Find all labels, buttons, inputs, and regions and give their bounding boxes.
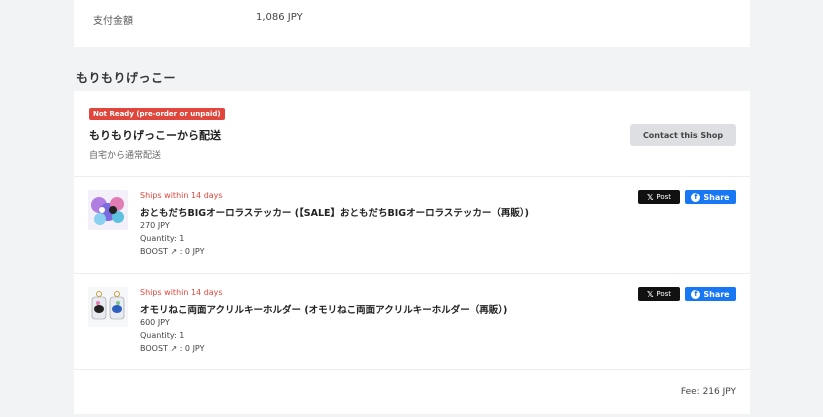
item-thumbnail[interactable] bbox=[88, 190, 128, 230]
list-item: Ships within 14 days おともだちBIGオーロラステッカー (… bbox=[74, 177, 750, 273]
item-boost: BOOST ↗ : 0 JPY bbox=[140, 247, 205, 256]
item-title[interactable]: オモリねこ両面アクリルキーホルダー (オモリねこ両面アクリルキーホルダー（再販）… bbox=[140, 302, 507, 316]
payment-label: 支付金額 bbox=[93, 16, 133, 27]
ship-method: 自宅から通常配送 bbox=[89, 151, 162, 161]
shipping-fee: Fee: 216 JPY bbox=[680, 387, 736, 397]
x-post-label: Post bbox=[656, 193, 672, 201]
x-logo-icon: 𝕏 bbox=[646, 192, 654, 202]
payment-summary-card: 支付金額 1,086 JPY bbox=[74, 0, 750, 47]
x-post-button[interactable]: 𝕏 Post bbox=[638, 190, 680, 204]
item-boost: BOOST ↗ : 0 JPY bbox=[140, 344, 205, 353]
status-badge: Not Ready (pre-order or unpaid) bbox=[89, 108, 225, 120]
item-thumbnail[interactable] bbox=[88, 287, 128, 327]
facebook-share-button[interactable]: f Share bbox=[685, 190, 736, 204]
contact-shop-button[interactable]: Contact this Shop bbox=[630, 124, 736, 146]
facebook-icon: f bbox=[691, 289, 701, 299]
item-title[interactable]: おともだちBIGオーロラステッカー (【SALE】おともだちBIGオーロラステッ… bbox=[140, 205, 529, 219]
shop-heading: もりもりげっこー bbox=[76, 71, 177, 85]
x-post-label: Post bbox=[656, 290, 672, 298]
item-quantity: Quantity: 1 bbox=[140, 234, 185, 243]
facebook-share-label: Share bbox=[703, 192, 730, 202]
shop-order-card: Not Ready (pre-order or unpaid) もりもりげっこー… bbox=[74, 91, 750, 414]
shipping-estimate: Ships within 14 days bbox=[140, 288, 223, 297]
facebook-share-label: Share bbox=[703, 289, 730, 299]
payment-value: 1,086 JPY bbox=[256, 12, 303, 23]
facebook-icon: f bbox=[691, 192, 701, 202]
x-logo-icon: 𝕏 bbox=[646, 289, 654, 299]
list-item: Ships within 14 days オモリねこ両面アクリルキーホルダー (… bbox=[74, 274, 750, 370]
divider bbox=[74, 369, 750, 370]
ship-from-title: もりもりげっこーから配送 bbox=[89, 129, 221, 142]
item-price: 600 JPY bbox=[140, 318, 170, 327]
item-price: 270 JPY bbox=[140, 221, 170, 230]
x-post-button[interactable]: 𝕏 Post bbox=[638, 287, 680, 301]
shipping-estimate: Ships within 14 days bbox=[140, 191, 223, 200]
facebook-share-button[interactable]: f Share bbox=[685, 287, 736, 301]
item-quantity: Quantity: 1 bbox=[140, 331, 185, 340]
